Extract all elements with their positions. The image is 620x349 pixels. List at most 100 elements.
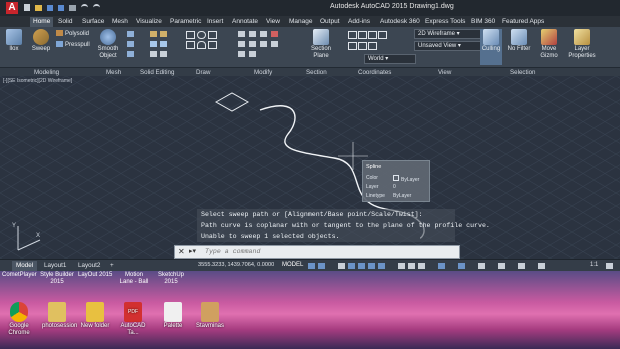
polar-icon[interactable] bbox=[348, 263, 355, 269]
named-view-dropdown[interactable]: Unsaved View ▾ bbox=[414, 41, 482, 51]
ucs-icon[interactable] bbox=[358, 42, 367, 50]
hatch-icon[interactable] bbox=[208, 41, 217, 49]
fillet-icon[interactable] bbox=[260, 41, 267, 47]
mirror-icon[interactable] bbox=[238, 41, 245, 47]
ucs-icon[interactable] bbox=[378, 31, 387, 39]
command-input[interactable] bbox=[205, 247, 445, 256]
box-button[interactable]: llox bbox=[4, 29, 24, 53]
solid-edit-icon[interactable] bbox=[160, 31, 167, 37]
transparency-icon[interactable] bbox=[408, 263, 415, 269]
desktop-label[interactable]: CometPlayer bbox=[2, 272, 37, 278]
desktop-label[interactable]: Motion Lane - Ball bbox=[118, 272, 150, 286]
tab-add-ins[interactable]: Add-ins bbox=[348, 17, 370, 27]
section-plane-button[interactable]: Section Plane bbox=[306, 29, 336, 60]
selection-cycling-icon[interactable] bbox=[418, 263, 425, 269]
tab-bim-360[interactable]: BIM 360 bbox=[471, 17, 495, 27]
gizmo-icon[interactable] bbox=[498, 263, 505, 269]
auto-scale-icon[interactable] bbox=[538, 263, 545, 269]
desktop-icon-stavminas[interactable]: Stavminas bbox=[194, 302, 226, 330]
drawing-viewport[interactable]: [-][SE Isometric][2D Wireframe] Y X Spli… bbox=[0, 76, 620, 259]
qp-layer-value[interactable]: 0 bbox=[393, 184, 396, 190]
tab-view[interactable]: View bbox=[266, 17, 280, 27]
lineweight-icon[interactable] bbox=[398, 263, 405, 269]
rotate-icon[interactable] bbox=[249, 31, 256, 37]
tab-express-tools[interactable]: Express Tools bbox=[425, 17, 465, 27]
model-space-toggle[interactable]: MODEL bbox=[282, 262, 303, 268]
autocad-logo-icon[interactable]: A bbox=[6, 2, 18, 14]
mesh-tool-icon[interactable] bbox=[127, 51, 134, 57]
layout-tab-model[interactable]: Model bbox=[12, 261, 38, 271]
desktop-label[interactable]: SketchUp 2015 bbox=[156, 272, 186, 286]
ucs-icon[interactable] bbox=[358, 31, 367, 39]
tab-manage[interactable]: Manage bbox=[289, 17, 313, 27]
annotation-visibility-icon[interactable] bbox=[518, 263, 525, 269]
solid-edit-icon[interactable] bbox=[160, 41, 167, 47]
sweep-button[interactable]: Sweep bbox=[30, 29, 52, 53]
tab-surface[interactable]: Surface bbox=[82, 17, 104, 27]
command-prompt-icon[interactable]: ▸▾ bbox=[189, 247, 196, 255]
customization-menu-icon[interactable] bbox=[606, 263, 613, 269]
erase-icon[interactable] bbox=[271, 31, 278, 37]
print-icon[interactable] bbox=[68, 5, 76, 11]
trim-icon[interactable] bbox=[249, 41, 256, 47]
solid-edit-icon[interactable] bbox=[150, 51, 157, 57]
tab-output[interactable]: Output bbox=[320, 17, 340, 27]
object-snap-icon[interactable] bbox=[378, 263, 385, 269]
ucs-dropdown[interactable]: World ▾ bbox=[364, 54, 416, 64]
dynamic-ucs-icon[interactable] bbox=[458, 263, 465, 269]
visual-style-dropdown[interactable]: 2D Wireframe ▾ bbox=[414, 29, 482, 39]
ucs-icon[interactable] bbox=[348, 31, 357, 39]
scale-icon[interactable] bbox=[271, 41, 278, 47]
presspull-button[interactable]: Presspull bbox=[56, 41, 90, 49]
tab-autodesk-360[interactable]: Autodesk 360 bbox=[380, 17, 420, 27]
tab-solid[interactable]: Solid bbox=[58, 17, 72, 27]
mesh-tool-icon[interactable] bbox=[127, 41, 134, 47]
tab-insert[interactable]: Insert bbox=[207, 17, 223, 27]
open-icon[interactable] bbox=[34, 5, 42, 11]
layer-properties-button[interactable]: Layer Properties bbox=[566, 29, 598, 60]
isodraft-icon[interactable] bbox=[358, 263, 365, 269]
solid-edit-icon[interactable] bbox=[150, 41, 157, 47]
grid-icon[interactable] bbox=[308, 263, 315, 269]
save-icon[interactable] bbox=[46, 5, 53, 11]
solid-edit-icon[interactable] bbox=[160, 51, 167, 57]
polysolid-button[interactable]: Polysolid bbox=[56, 30, 89, 38]
tab-parametric[interactable]: Parametric bbox=[170, 17, 201, 27]
polyline-icon[interactable] bbox=[208, 31, 217, 39]
tab-home[interactable]: Home bbox=[30, 17, 54, 27]
ucs-icon[interactable] bbox=[368, 31, 377, 39]
desktop-icon-new-folder[interactable]: New folder bbox=[80, 302, 110, 330]
tab-annotate[interactable]: Annotate bbox=[232, 17, 258, 27]
offset-icon[interactable] bbox=[249, 51, 256, 57]
layout-tab-layout2[interactable]: Layout2 bbox=[74, 261, 104, 271]
move-gizmo-button[interactable]: Move Gizmo bbox=[538, 29, 560, 60]
mesh-tool-icon[interactable] bbox=[127, 31, 134, 37]
add-layout-icon[interactable]: + bbox=[106, 261, 118, 271]
viewport-controls-label[interactable]: [-][SE Isometric][2D Wireframe] bbox=[3, 78, 72, 84]
close-icon[interactable]: ✕ bbox=[178, 247, 185, 256]
circle-icon[interactable] bbox=[197, 31, 206, 39]
line-icon[interactable] bbox=[186, 31, 195, 39]
snap-icon[interactable] bbox=[318, 263, 325, 269]
rectangle-icon[interactable] bbox=[186, 41, 195, 49]
move-icon[interactable] bbox=[238, 31, 245, 37]
saveas-icon[interactable] bbox=[57, 5, 64, 11]
tab-visualize[interactable]: Visualize bbox=[136, 17, 162, 27]
tab-mesh[interactable]: Mesh bbox=[112, 17, 128, 27]
qp-linetype-value[interactable]: ByLayer bbox=[393, 193, 411, 199]
qp-color-value[interactable]: ByLayer bbox=[393, 175, 419, 183]
layout-tab-layout1[interactable]: Layout1 bbox=[40, 261, 70, 271]
annotation-scale[interactable]: 1:1 bbox=[590, 262, 598, 268]
ucs-icon[interactable] bbox=[348, 42, 357, 50]
culling-button[interactable]: Culling bbox=[480, 29, 502, 65]
desktop-label[interactable]: LayOut 2015 bbox=[78, 272, 112, 278]
new-icon[interactable] bbox=[24, 4, 30, 11]
3d-osnap-icon[interactable] bbox=[438, 263, 445, 269]
smooth-object-button[interactable]: Smooth Object bbox=[96, 29, 120, 60]
desktop-icon-chrome[interactable]: Google Chrome bbox=[4, 302, 34, 337]
no-filter-button[interactable]: No Filter bbox=[506, 29, 532, 53]
desktop-icon-autocad-pdf[interactable]: PDF AutoCAD Ta... bbox=[116, 302, 150, 337]
undo-icon[interactable] bbox=[80, 4, 88, 11]
command-line[interactable]: ✕ ▸▾ bbox=[174, 245, 460, 259]
selection-filter-icon[interactable] bbox=[478, 263, 485, 269]
